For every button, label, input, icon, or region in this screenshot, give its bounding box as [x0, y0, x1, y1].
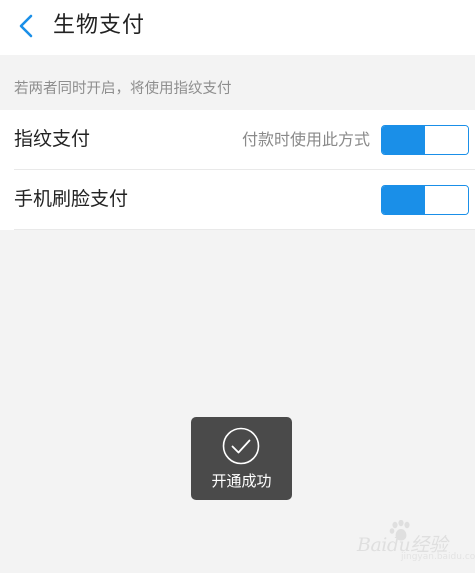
watermark-sub: jingyan.baidu.com	[401, 552, 475, 562]
setting-label: 手机刷脸支付	[14, 188, 129, 210]
setting-description: 付款时使用此方式	[241, 130, 370, 149]
toggle-fill	[382, 126, 426, 154]
page-title: 生物支付	[53, 13, 146, 38]
setting-row-face: 手机刷脸支付	[0, 170, 475, 230]
toggle-fill	[382, 186, 426, 214]
setting-row-fingerprint: 指纹支付 付款时使用此方式	[0, 110, 475, 170]
header-bar: 生物支付	[0, 0, 475, 55]
check-circle-icon	[221, 426, 261, 466]
toggle-knob	[424, 126, 468, 154]
hint-section: 若两者同时开启，将使用指纹支付	[0, 55, 475, 110]
toast-text: 开通成功	[211, 472, 272, 490]
fingerprint-pay-toggle[interactable]	[381, 125, 469, 155]
face-pay-toggle[interactable]	[381, 185, 469, 215]
divider	[14, 229, 475, 230]
success-toast: 开通成功	[191, 417, 292, 500]
baidu-watermark: Baidu经验 jingyan.baidu.com	[355, 520, 475, 564]
hint-text: 若两者同时开启，将使用指纹支付	[14, 81, 232, 97]
setting-label: 指纹支付	[14, 128, 91, 150]
toggle-knob	[424, 186, 468, 214]
chevron-left-icon[interactable]	[10, 9, 42, 43]
